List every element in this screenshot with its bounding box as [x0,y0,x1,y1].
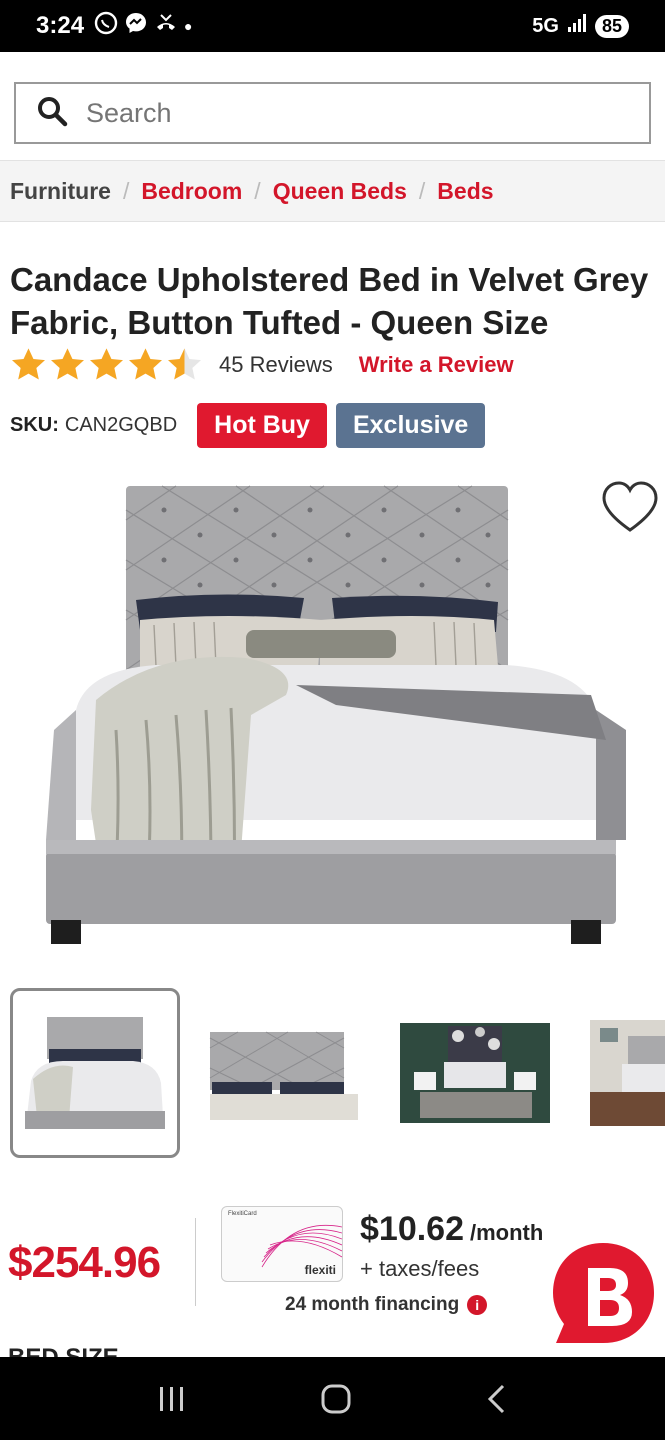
battery-indicator: 85 [594,14,629,38]
product-price: $254.96 [8,1238,161,1287]
card-brand: flexiti [304,1263,336,1277]
sku-value: CAN2GQBD [64,414,178,436]
signal-icon [567,13,587,39]
breadcrumb-separator: / [122,177,130,204]
info-icon[interactable]: i [467,1295,488,1315]
messenger-icon [124,11,148,41]
financing-label: 24 month financing [285,1294,460,1315]
product-main-image[interactable] [36,480,626,958]
notification-dot-icon: ● [184,18,193,34]
half-star-icon [168,348,201,380]
star-icon [129,348,162,380]
missed-call-icon [154,11,178,41]
taxes-note: + taxes/fees [360,1256,480,1281]
search-icon[interactable] [36,95,68,132]
whatsapp-icon [94,11,118,41]
star-icon [90,348,123,380]
home-icon[interactable] [320,1383,352,1415]
breadcrumb-separator: / [254,177,261,204]
thumbnail-4[interactable] [590,988,665,1158]
monthly-payment: $10.62 /month [360,1210,543,1249]
monthly-unit: /month [470,1220,544,1245]
breadcrumb-separator: / [418,177,426,204]
network-type: 5G [532,14,559,37]
star-rating[interactable] [10,346,203,383]
sku-label: SKU: [10,414,59,436]
thumbnail-3[interactable] [400,988,550,1158]
thumbnail-2[interactable] [208,988,358,1158]
financing-row[interactable]: 24 month financing i [285,1294,488,1316]
write-review-link[interactable]: Write a Review [359,352,514,378]
recent-apps-icon[interactable] [157,1385,187,1413]
breadcrumb-queen-beds[interactable]: Queen Beds [273,178,407,205]
breadcrumb-furniture[interactable]: Furniture [10,178,111,205]
sku-row: SKU: CAN2GQBD Hot Buy Exclusive [10,403,486,448]
status-time: 3:24 [36,12,85,39]
bed-size-label: BED SIZE [8,1340,119,1357]
breadcrumb-bedroom[interactable]: Bedroom [141,178,242,205]
flexiti-card-image[interactable]: FlexitiCard flexiti [221,1206,343,1282]
search-input[interactable] [86,97,586,129]
hot-buy-badge: Hot Buy [197,403,327,448]
navigation-bar [0,1357,665,1440]
chat-bubble-icon[interactable] [548,1238,658,1348]
status-bar: 3:24 ● 5G 85 [0,0,665,52]
monthly-amount: $10.62 [360,1210,464,1248]
breadcrumb-beds[interactable]: Beds [437,178,493,205]
back-icon[interactable] [485,1383,509,1415]
thumbnail-1[interactable] [10,988,180,1158]
price-divider [195,1218,196,1306]
search-section [0,52,665,160]
review-count[interactable]: 45 Reviews [219,352,333,378]
product-title: Candace Upholstered Bed in Velvet Grey F… [10,261,649,341]
card-label: FlexitiCard [228,1211,257,1217]
search-box[interactable] [14,82,651,144]
wishlist-heart-icon[interactable] [600,480,660,536]
rating-row: 45 Reviews Write a Review [10,346,514,383]
exclusive-badge: Exclusive [335,403,486,448]
star-icon [12,348,45,380]
star-icon [51,348,84,380]
breadcrumb: Furniture / Bedroom / Queen Beds / Beds [0,160,665,222]
